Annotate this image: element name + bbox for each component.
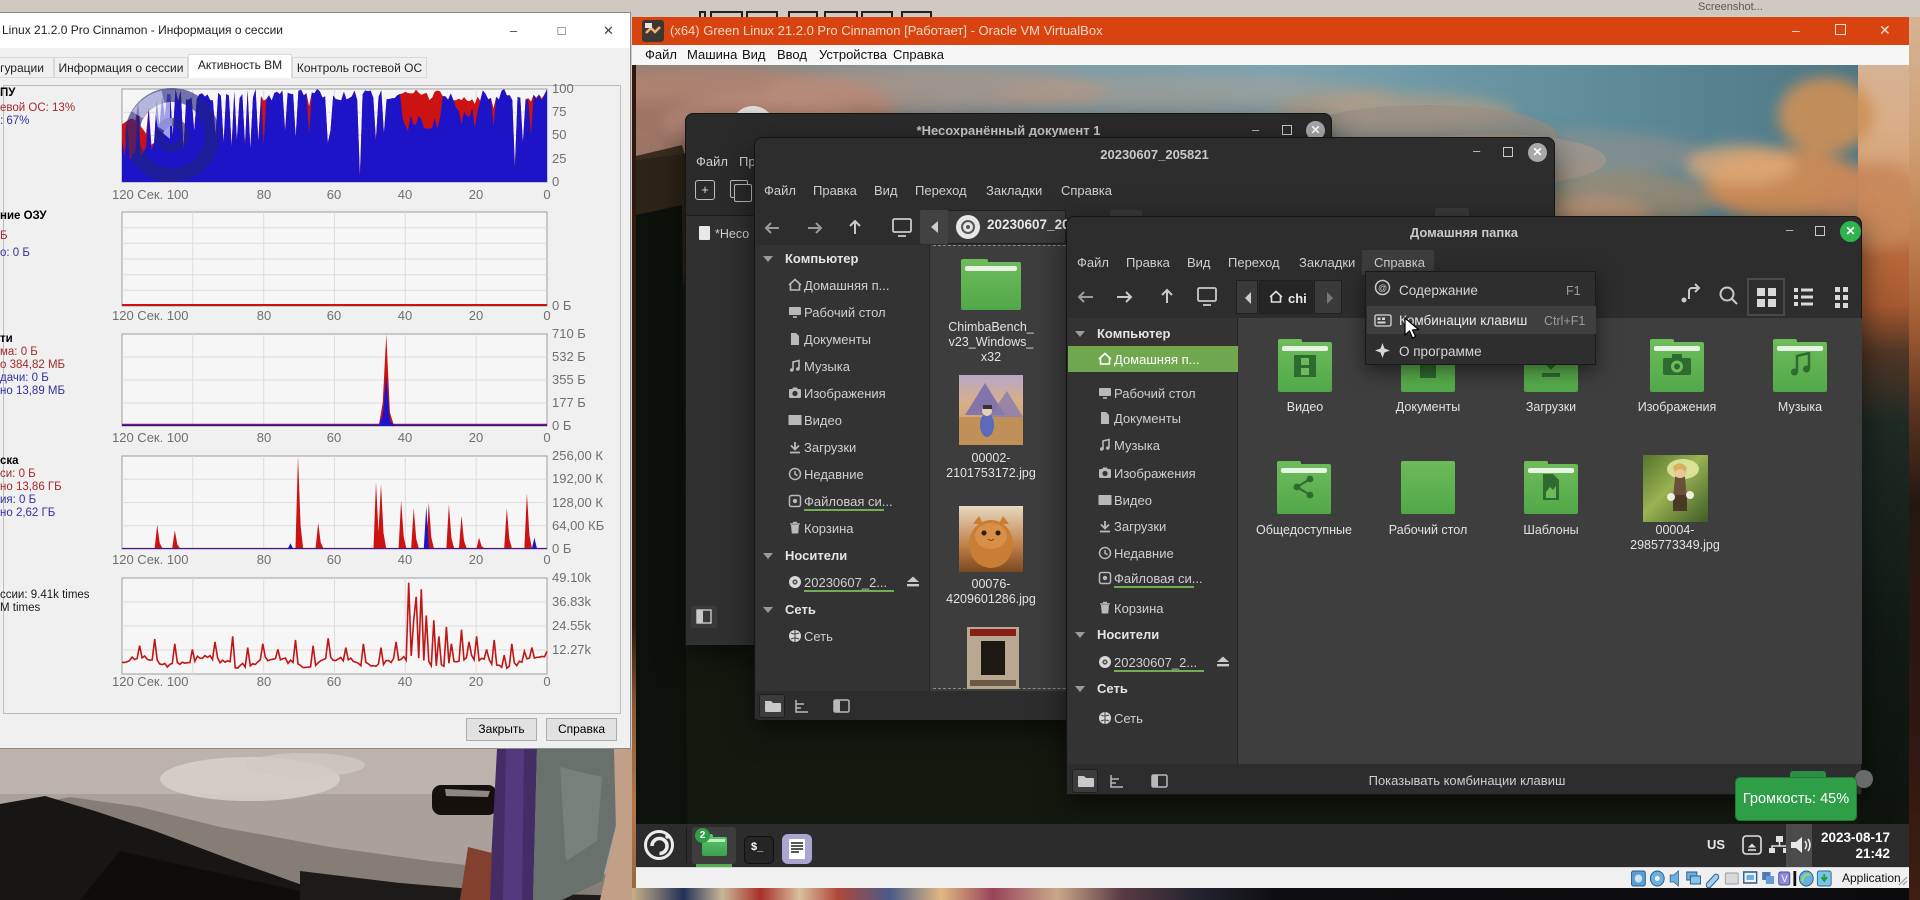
svg-text:@: @ — [1378, 283, 1387, 293]
svg-text:chi: chi — [1288, 291, 1307, 306]
svg-text:V: V — [1781, 874, 1788, 885]
